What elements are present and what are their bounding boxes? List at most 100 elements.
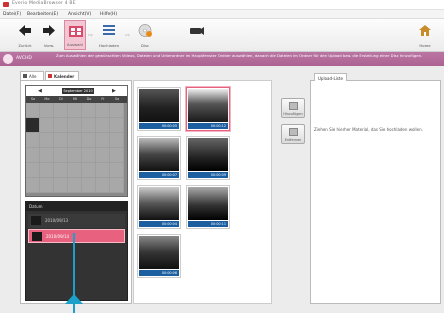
calendar-day[interactable] — [68, 163, 82, 178]
camera-button[interactable] — [186, 20, 208, 50]
tab-all[interactable]: Alle — [20, 71, 44, 80]
calendar-day[interactable] — [110, 178, 124, 193]
thumbnail-item[interactable]: 00:00:04 — [137, 185, 181, 229]
list-item-selected[interactable]: 2010/09/14 — [28, 229, 125, 243]
calendar-day[interactable] — [96, 163, 110, 178]
add-to-list-button[interactable]: Hinzufügen — [281, 98, 305, 118]
upload-list-panel: Upload-Liste Ziehen Sie hierher Material… — [310, 73, 441, 304]
calendar-day[interactable] — [96, 178, 110, 193]
calendar-day[interactable] — [96, 118, 110, 133]
home-icon — [419, 25, 431, 36]
calendar-day[interactable] — [40, 178, 54, 193]
weekday-label: Fr — [101, 97, 105, 101]
thumbnail-item[interactable]: 00:00:06 — [137, 234, 181, 278]
calendar-day[interactable] — [26, 178, 40, 193]
calendar-day[interactable] — [54, 103, 68, 118]
calendar-day[interactable] — [54, 148, 68, 163]
weekday-label: Do — [86, 97, 92, 101]
calendar-day[interactable] — [96, 148, 110, 163]
disc-button[interactable]: Disc — [134, 20, 156, 50]
thumbnail-image — [188, 187, 228, 220]
menu-view[interactable]: Ansicht(V) — [68, 12, 91, 17]
calendar-day-photo[interactable] — [26, 118, 40, 133]
thumbnail-item-selected[interactable]: 00:00:12 — [186, 87, 230, 131]
upload-button[interactable]: Hochladen — [98, 20, 120, 50]
menu-file[interactable]: Datei(F) — [3, 12, 21, 17]
calendar-day[interactable] — [40, 148, 54, 163]
app-icon — [3, 2, 9, 7]
menu-help[interactable]: Hilfe(H) — [100, 12, 117, 17]
forward-button[interactable]: Vorw. — [38, 20, 60, 50]
thumbnail-image — [139, 187, 179, 220]
calendar-day[interactable] — [26, 163, 40, 178]
calendar-day[interactable] — [68, 148, 82, 163]
calendar-day[interactable] — [110, 163, 124, 178]
select-button[interactable]: Auswahl — [64, 20, 86, 50]
calendar-day[interactable] — [82, 133, 96, 148]
date-list-header: Datum — [26, 202, 127, 211]
thumbnail-caption: 00:00:04 — [139, 221, 179, 227]
thumbnail-caption: 00:00:05 — [139, 123, 179, 129]
calendar-day[interactable] — [40, 133, 54, 148]
calendar-header: ◀ September 2010 ▶ — [26, 86, 127, 96]
calendar-day[interactable] — [82, 163, 96, 178]
grid-select-icon — [69, 26, 83, 37]
calendar-day[interactable] — [40, 163, 54, 178]
step-arrow-icon: ⇨ — [88, 32, 94, 39]
calendar-day[interactable] — [110, 118, 124, 133]
menu-edit[interactable]: Bearbeiten(E) — [27, 12, 58, 17]
info-text: Zum Auswählen der gewünschten Videos, Da… — [56, 53, 423, 58]
calendar-day[interactable] — [40, 118, 54, 133]
list-upload-icon — [103, 25, 115, 35]
calendar-day[interactable] — [54, 163, 68, 178]
thumbnail-item[interactable]: 00:00:07 — [137, 136, 181, 180]
callout-arrow-icon — [65, 294, 83, 304]
thumbnail — [32, 232, 42, 241]
home-button[interactable]: Home — [414, 20, 436, 50]
calendar-day[interactable] — [96, 103, 110, 118]
arrow-left-icon — [19, 25, 31, 36]
calendar-day[interactable] — [26, 133, 40, 148]
tab-calendar[interactable]: Kalender — [45, 71, 79, 80]
calendar-day[interactable] — [26, 103, 40, 118]
calendar-day[interactable] — [54, 178, 68, 193]
calendar-day[interactable] — [68, 133, 82, 148]
thumbnail-item[interactable]: 00:00:05 — [137, 87, 181, 131]
calendar-day[interactable] — [68, 178, 82, 193]
list-item[interactable]: 2010/09/13 — [28, 214, 125, 228]
drop-hint: Ziehen Sie hierher Material, das Sie hoc… — [314, 127, 423, 132]
calendar-day[interactable] — [82, 118, 96, 133]
upload-list-tab[interactable]: Upload-Liste — [314, 73, 347, 81]
thumbnail-caption: 00:00:09 — [188, 172, 228, 178]
remove-from-list-button[interactable]: Entfernen — [281, 124, 305, 144]
thumbnail-item[interactable]: 00:00:09 — [186, 136, 230, 180]
calendar-day[interactable] — [96, 133, 110, 148]
calendar-day[interactable] — [110, 103, 124, 118]
thumbnail-caption: 00:00:07 — [139, 172, 179, 178]
calendar-day[interactable] — [54, 118, 68, 133]
calendar-day[interactable] — [68, 118, 82, 133]
calendar-grid — [26, 103, 127, 196]
next-month-icon[interactable]: ▶ — [112, 88, 116, 94]
calendar-day[interactable] — [82, 148, 96, 163]
back-button[interactable]: Zurück — [14, 20, 36, 50]
calendar-day[interactable] — [26, 148, 40, 163]
calendar-day[interactable] — [40, 103, 54, 118]
thumbnail-item[interactable]: 00:00:11 — [186, 185, 230, 229]
prev-month-icon[interactable]: ◀ — [38, 88, 42, 94]
weekday-label: Mi — [73, 97, 77, 101]
calendar-day[interactable] — [54, 133, 68, 148]
calendar-icon — [48, 74, 52, 78]
thumbnail-image — [188, 138, 228, 171]
calendar-month: September 2010 — [62, 88, 94, 94]
calendar-day[interactable] — [110, 148, 124, 163]
add-icon — [289, 102, 298, 110]
step-arrow-icon: ⇨ — [125, 32, 131, 39]
weekday-label: So — [30, 97, 36, 101]
calendar-day[interactable] — [82, 103, 96, 118]
thumbnail-image — [188, 89, 228, 122]
calendar-day[interactable] — [68, 103, 82, 118]
calendar-day[interactable] — [110, 133, 124, 148]
calendar-day[interactable] — [82, 178, 96, 193]
info-icon — [3, 54, 13, 64]
